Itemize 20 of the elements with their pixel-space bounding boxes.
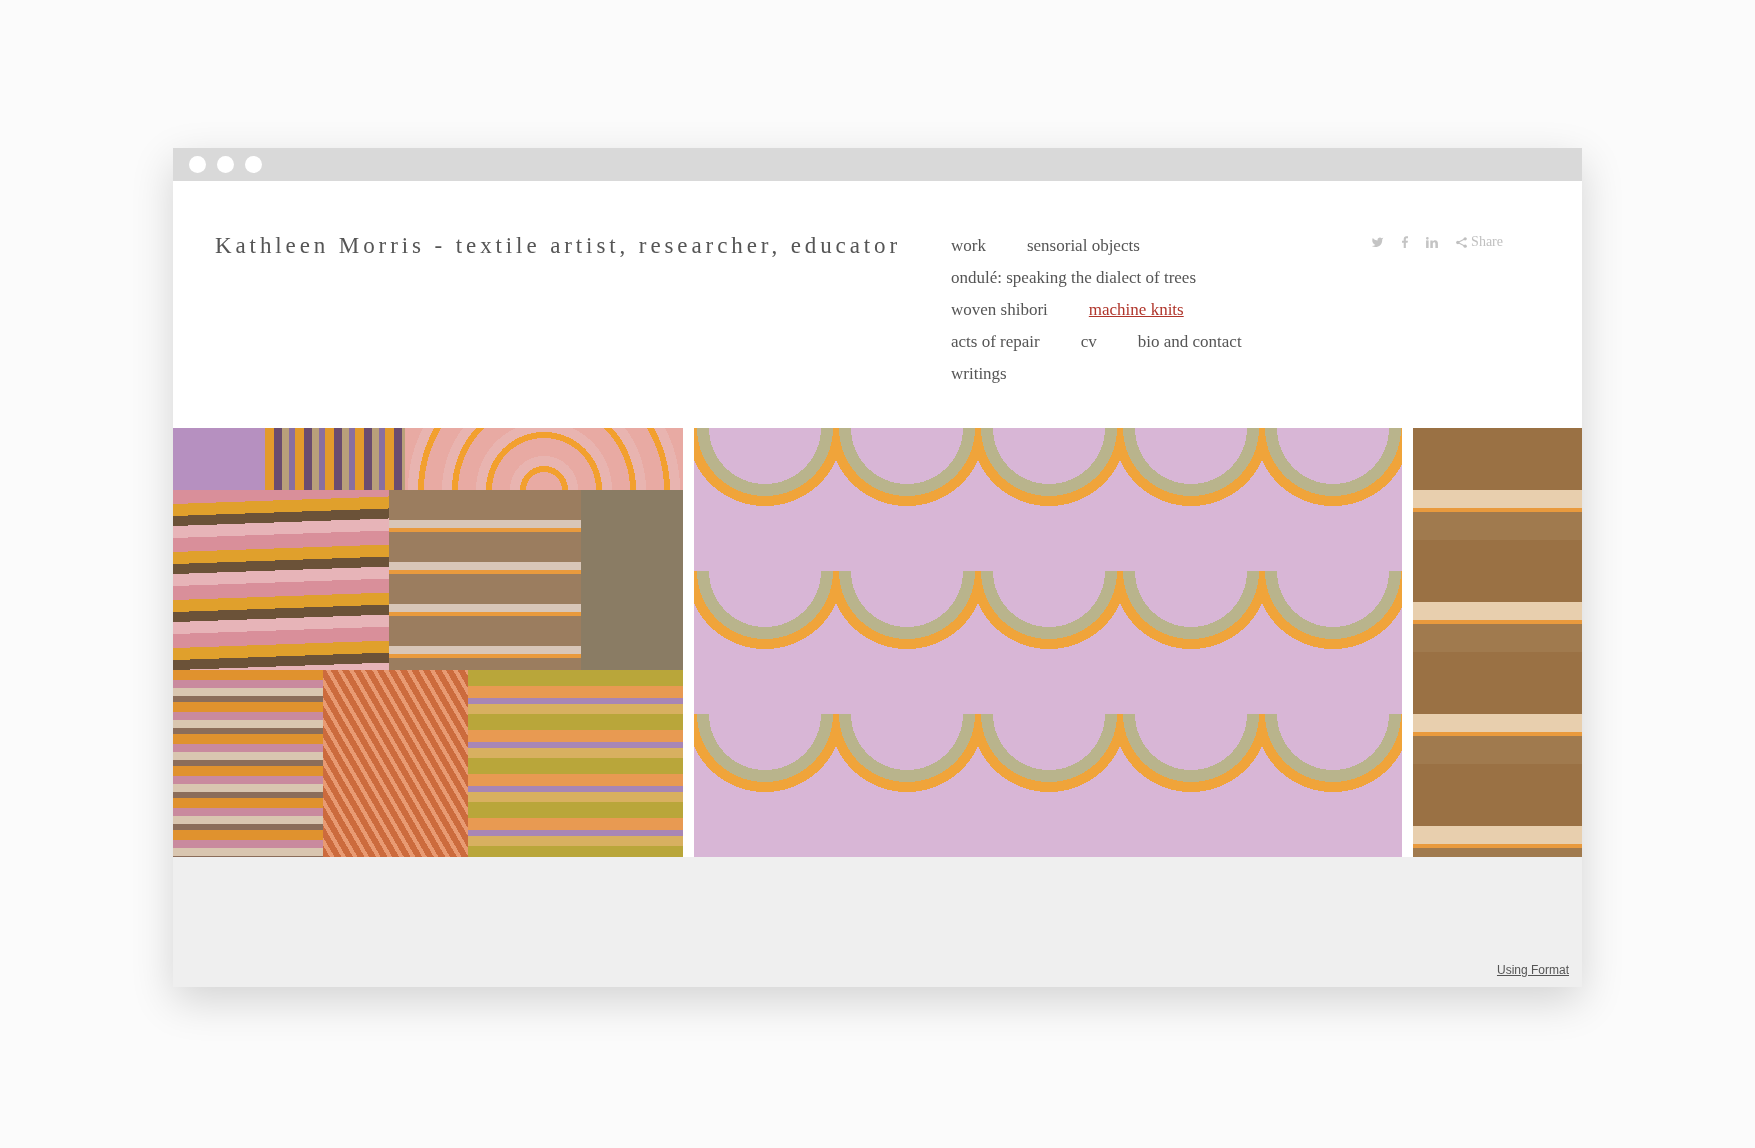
window-control-icon	[217, 156, 234, 173]
nav-link[interactable]: cv	[1080, 331, 1097, 353]
twitter-icon[interactable]	[1371, 237, 1385, 247]
footer-link[interactable]: Using Format	[1496, 962, 1569, 978]
photo-placeholder[interactable]	[1413, 428, 1582, 857]
nav-link[interactable]: sensorial objects	[1026, 235, 1140, 257]
window-control-icon	[245, 156, 262, 173]
nav-link[interactable]: acts of repair	[951, 331, 1040, 353]
site-title[interactable]: Kathleen Morris - textile artist, researcher, educator	[215, 230, 902, 262]
nav-link[interactable]: ondulé: speaking the dialect of trees	[951, 267, 1196, 289]
facebook-icon[interactable]	[1402, 236, 1409, 248]
nav-link[interactable]: writings	[951, 363, 1007, 385]
nav-link[interactable]: bio and contact	[1137, 331, 1242, 353]
nav-link[interactable]: woven shibori	[951, 299, 1048, 321]
photo-placeholder[interactable]	[173, 428, 683, 857]
linkedin-icon[interactable]	[1426, 236, 1439, 248]
window-control-icon	[189, 156, 206, 173]
nav-link[interactable]: machine knits	[1088, 299, 1184, 321]
share-icon	[1456, 236, 1468, 248]
nav-link[interactable]: work	[951, 235, 986, 257]
